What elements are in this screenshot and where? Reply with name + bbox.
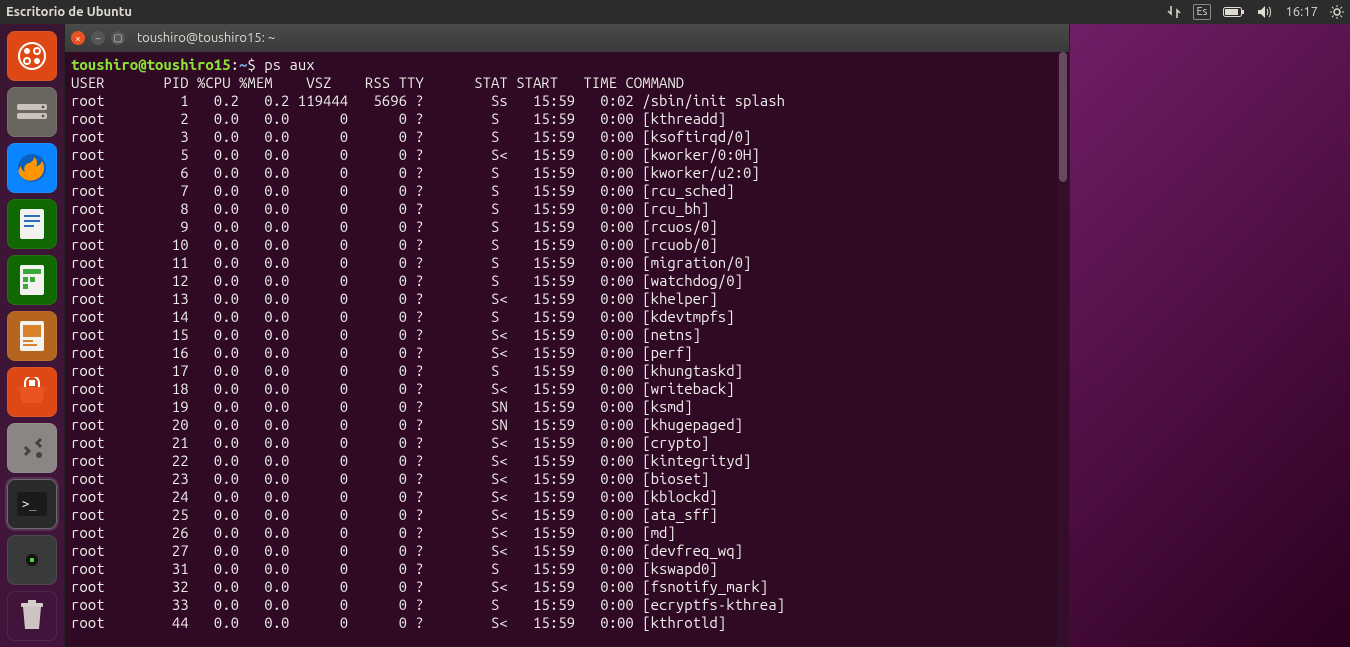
- launcher-backup-icon[interactable]: [7, 535, 57, 585]
- top-menu-bar: Escritorio de Ubuntu Es 16:17: [0, 0, 1350, 24]
- svg-text:>_: >_: [22, 497, 37, 511]
- terminal-window: × – ▢ toushiro@toushiro15: ~ toushiro@to…: [64, 24, 1070, 647]
- launcher-firefox-icon[interactable]: [7, 143, 57, 193]
- active-window-title: Escritorio de Ubuntu: [6, 5, 132, 19]
- keyboard-layout-indicator[interactable]: Es: [1193, 4, 1212, 20]
- launcher-software-icon[interactable]: [7, 367, 57, 417]
- terminal-title-text: toushiro@toushiro15: ~: [137, 31, 275, 45]
- window-close-button[interactable]: ×: [71, 31, 85, 45]
- battery-icon[interactable]: [1223, 6, 1245, 18]
- unity-launcher: >_: [0, 24, 64, 647]
- launcher-impress-icon[interactable]: [7, 311, 57, 361]
- volume-icon[interactable]: [1257, 5, 1273, 19]
- launcher-dash-icon[interactable]: [7, 31, 57, 81]
- window-minimize-button[interactable]: –: [91, 31, 105, 45]
- terminal-body[interactable]: toushiro@toushiro15:~$ ps aux USER PID %…: [65, 52, 1069, 646]
- scrollbar-thumb[interactable]: [1059, 52, 1067, 182]
- network-icon[interactable]: [1167, 5, 1181, 19]
- launcher-files-icon[interactable]: [7, 87, 57, 137]
- window-maximize-button[interactable]: ▢: [111, 31, 125, 45]
- session-gear-icon[interactable]: [1330, 5, 1344, 19]
- clock[interactable]: 16:17: [1285, 5, 1318, 19]
- launcher-settings-icon[interactable]: [7, 423, 57, 473]
- launcher-trash-icon[interactable]: [7, 591, 57, 641]
- terminal-titlebar[interactable]: × – ▢ toushiro@toushiro15: ~: [65, 24, 1069, 52]
- launcher-terminal-icon[interactable]: >_: [7, 479, 57, 529]
- launcher-calc-icon[interactable]: [7, 255, 57, 305]
- launcher-writer-icon[interactable]: [7, 199, 57, 249]
- terminal-scrollbar[interactable]: [1057, 52, 1069, 646]
